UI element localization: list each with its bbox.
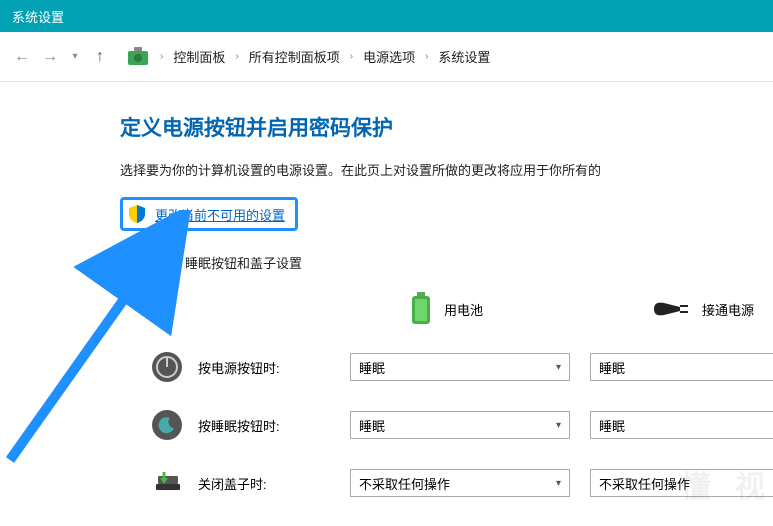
sleep-button-plugged-select[interactable]: 睡眠 ▾	[590, 411, 773, 439]
crumb-control-panel[interactable]: 控制面板	[173, 47, 225, 66]
lid-close-icon	[150, 466, 184, 500]
sleep-button-icon	[150, 408, 184, 442]
change-unavailable-settings-link[interactable]: 更改当前不可用的设置	[120, 197, 298, 231]
column-header-plugged: 接通电源	[590, 297, 773, 321]
lid-close-label: 关闭盖子时:	[198, 474, 267, 493]
history-dropdown[interactable]: ▾	[66, 45, 84, 69]
change-unavailable-settings-label: 更改当前不可用的设置	[155, 205, 285, 224]
lid-close-battery-select[interactable]: 不采取任何操作 ▾	[350, 469, 570, 497]
section-title: 电源按钮、睡眠按钮和盖子设置	[120, 253, 773, 272]
crumb-system-settings[interactable]: 系统设置	[438, 47, 490, 66]
power-button-label: 按电源按钮时:	[198, 358, 280, 377]
watermark: 懂 视	[681, 462, 773, 506]
page-title: 定义电源按钮并启用密码保护	[120, 112, 773, 142]
column-plugged-label: 接通电源	[702, 300, 754, 319]
power-button-plugged-select[interactable]: 睡眠 ▾	[590, 353, 773, 381]
nav-bar: ← → ▾ ↑ › 控制面板 › 所有控制面板项 › 电源选项 › 系统设置	[0, 32, 773, 82]
forward-button[interactable]: →	[38, 45, 62, 69]
back-button[interactable]: ←	[10, 45, 34, 69]
select-value: 睡眠	[599, 416, 625, 435]
row-sleep-button: 按睡眠按钮时:	[120, 408, 350, 442]
crumb-all-items[interactable]: 所有控制面板项	[249, 47, 340, 66]
select-value: 不采取任何操作	[599, 474, 690, 493]
sleep-button-label: 按睡眠按钮时:	[198, 416, 280, 435]
select-value: 睡眠	[359, 416, 385, 435]
plug-icon	[650, 297, 690, 321]
chevron-down-icon: ▾	[556, 420, 561, 431]
chevron-right-icon: ›	[350, 51, 353, 62]
chevron-right-icon: ›	[235, 51, 238, 62]
select-value: 睡眠	[599, 358, 625, 377]
row-power-button: 按电源按钮时:	[120, 350, 350, 384]
row-lid-close: 关闭盖子时:	[120, 466, 350, 500]
control-panel-icon	[126, 45, 150, 69]
page-description: 选择要为你的计算机设置的电源设置。在此页上对设置所做的更改将应用于你所有的	[120, 160, 773, 179]
power-settings-grid: 用电池 接通电源 按电源按钮时: 睡眠 ▾ 睡	[120, 292, 773, 500]
content-area: 定义电源按钮并启用密码保护 选择要为你的计算机设置的电源设置。在此页上对设置所做…	[0, 82, 773, 500]
select-value: 睡眠	[359, 358, 385, 377]
chevron-right-icon: ›	[160, 51, 163, 62]
battery-icon	[410, 292, 432, 326]
select-value: 不采取任何操作	[359, 474, 450, 493]
title-bar: 系统设置	[0, 0, 773, 32]
chevron-right-icon: ›	[425, 51, 428, 62]
power-button-battery-select[interactable]: 睡眠 ▾	[350, 353, 570, 381]
up-button[interactable]: ↑	[88, 45, 112, 69]
sleep-button-battery-select[interactable]: 睡眠 ▾	[350, 411, 570, 439]
chevron-down-icon: ▾	[556, 478, 561, 489]
shield-icon	[127, 204, 147, 224]
column-battery-label: 用电池	[444, 300, 483, 319]
breadcrumb: › 控制面板 › 所有控制面板项 › 电源选项 › 系统设置	[160, 47, 490, 66]
crumb-power-options[interactable]: 电源选项	[363, 47, 415, 66]
window-title: 系统设置	[12, 7, 64, 26]
column-header-battery: 用电池	[350, 292, 590, 326]
chevron-down-icon: ▾	[556, 362, 561, 373]
power-button-icon	[150, 350, 184, 384]
